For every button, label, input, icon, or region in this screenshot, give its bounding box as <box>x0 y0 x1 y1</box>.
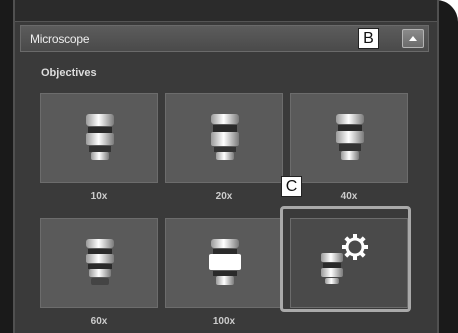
objective-lens-icon <box>209 239 241 285</box>
objective-10x-label: 10x <box>90 191 108 202</box>
objective-100x-label: 100x <box>212 316 236 327</box>
objective-lens-icon <box>86 239 114 285</box>
callout-c: C <box>281 176 302 197</box>
settings-highlight-frame <box>280 206 411 312</box>
objective-lens-icon <box>211 114 239 160</box>
objective-lens-icon <box>86 114 114 160</box>
chevron-up-icon <box>409 36 417 41</box>
callout-b: B <box>358 28 379 49</box>
objective-60x-label: 60x <box>90 316 108 327</box>
objective-100x-button[interactable] <box>165 218 283 308</box>
objective-lens-icon <box>336 114 364 160</box>
objective-40x-button[interactable] <box>290 93 408 183</box>
microscope-panel: Microscope B Objectives 10x 20x 40x C 60… <box>13 0 439 333</box>
objective-10x-button[interactable] <box>40 93 158 183</box>
window-frame: Microscope B Objectives 10x 20x 40x C 60… <box>0 0 458 333</box>
objectives-label: Objectives <box>41 67 97 79</box>
section-title: Microscope <box>30 32 90 46</box>
collapse-button[interactable] <box>402 29 424 48</box>
objective-20x-label: 20x <box>215 191 233 202</box>
objective-40x-label: 40x <box>340 191 358 202</box>
objective-60x-button[interactable] <box>40 218 158 308</box>
panel-top-strip <box>15 0 437 22</box>
objective-20x-button[interactable] <box>165 93 283 183</box>
